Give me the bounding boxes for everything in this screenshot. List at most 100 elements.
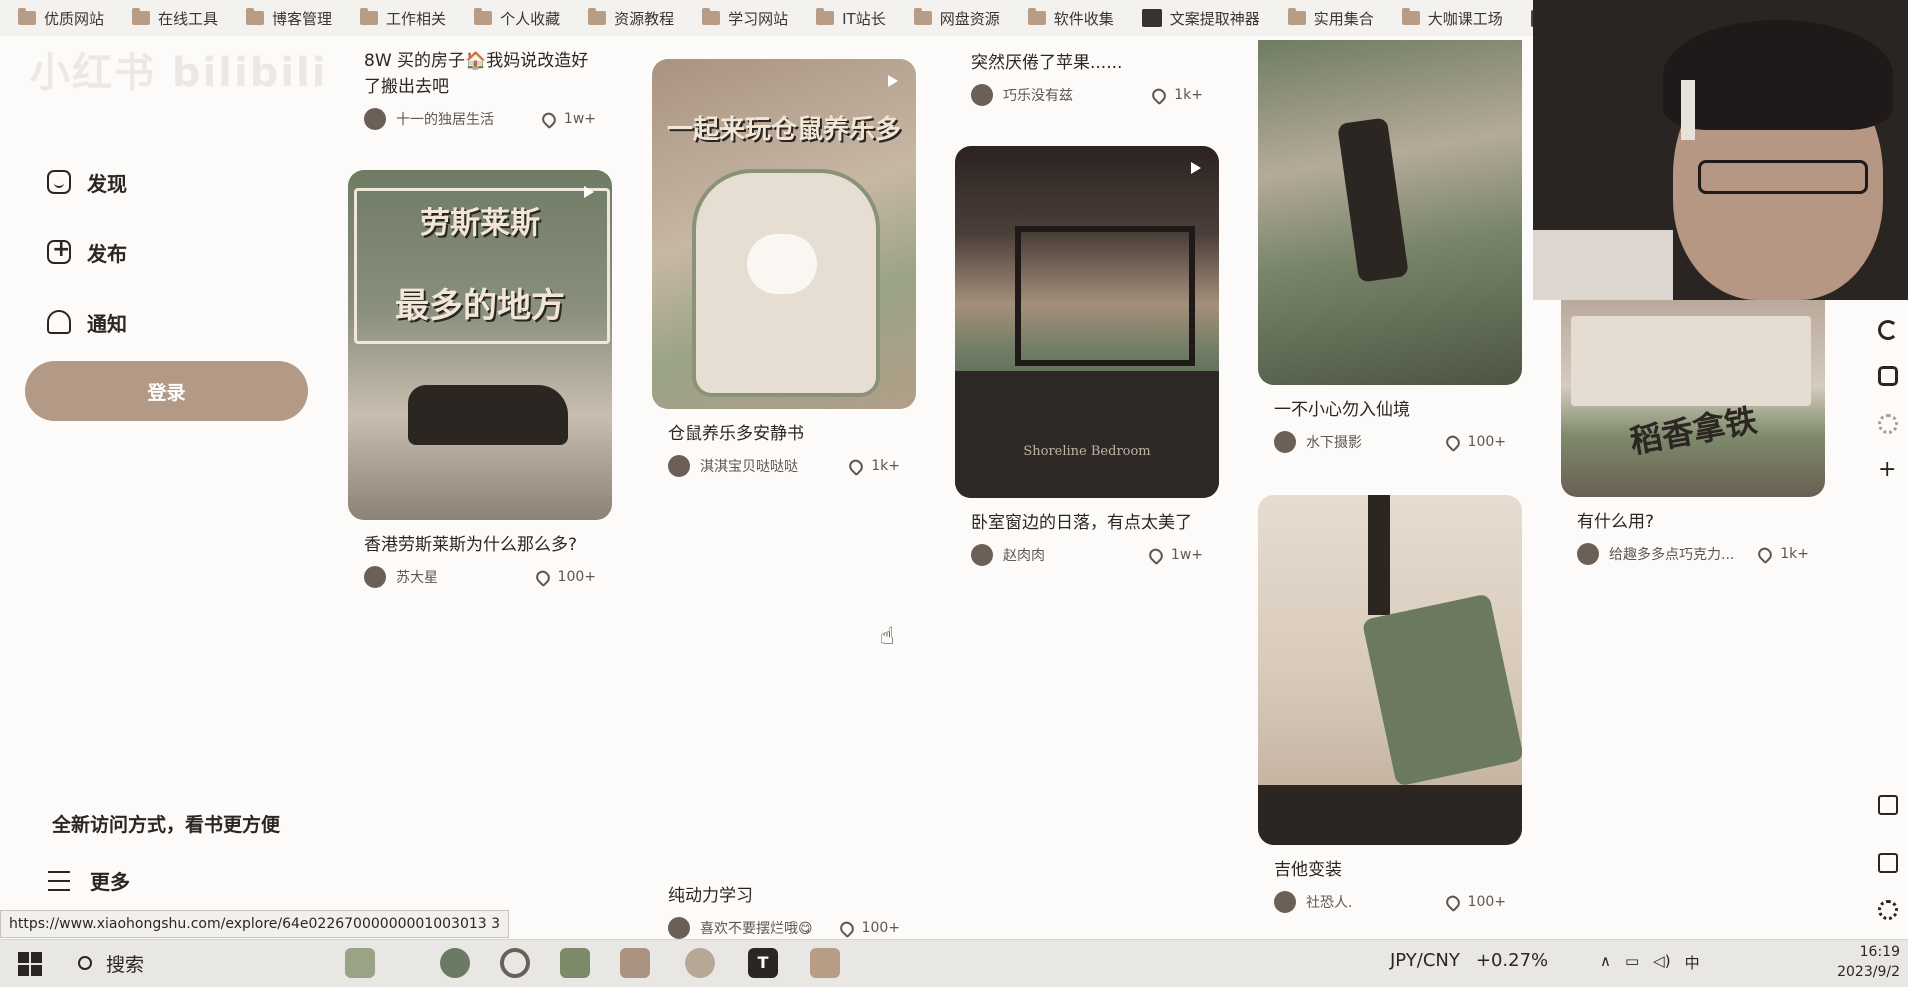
external-link-icon[interactable] — [1878, 853, 1898, 873]
card-author[interactable]: 苏大星 — [396, 567, 536, 587]
nav-publish[interactable]: 发布 — [25, 217, 305, 287]
heart-icon[interactable] — [837, 918, 857, 938]
heart-icon[interactable] — [1755, 544, 1775, 564]
card-title[interactable]: 吉他变装 — [1258, 857, 1522, 883]
feed-card[interactable]: 8W 买的房子🏠我妈说改造好了搬出去吧 十一的独居生活 1w+ — [348, 48, 612, 130]
avatar[interactable] — [1274, 431, 1296, 453]
avatar[interactable] — [364, 108, 386, 130]
card-likes: 100+ — [557, 569, 596, 585]
site-logo[interactable]: 小红书 bilibili — [30, 40, 327, 98]
flower-icon[interactable] — [1878, 414, 1898, 434]
nav-notifications[interactable]: 通知 — [25, 287, 305, 357]
notes-app-icon[interactable] — [560, 948, 590, 978]
feed-card[interactable]: 一不小心勿入仙境 水下摄影 100+ — [1258, 40, 1522, 453]
card-title[interactable]: 有什么用? — [1561, 509, 1825, 535]
card-title[interactable]: 仓鼠养乐多安静书 — [652, 421, 916, 447]
card-author[interactable]: 水下摄影 — [1306, 432, 1446, 452]
bookmark-item[interactable]: 资源教程 — [570, 8, 684, 29]
add-icon[interactable]: + — [1878, 459, 1898, 481]
image-app-icon[interactable] — [620, 948, 650, 978]
bookmark-item[interactable]: 软件收集 — [1010, 8, 1124, 29]
bookmark-item[interactable]: 实用集合 — [1270, 8, 1384, 29]
avatar[interactable] — [668, 917, 690, 939]
gear-icon[interactable] — [1878, 900, 1898, 920]
feed-card[interactable]: 劳斯莱斯 最多的地方 香港劳斯莱斯为什么那么多? 苏大星 100+ — [348, 170, 612, 588]
chrome-icon[interactable] — [500, 948, 530, 978]
app-icon[interactable] — [1878, 366, 1898, 386]
taskbar-app-icon[interactable] — [345, 948, 375, 978]
refresh-icon[interactable] — [1878, 320, 1898, 340]
typora-icon[interactable]: T — [748, 948, 778, 978]
bookmark-item[interactable]: 大咖课工场 — [1384, 8, 1513, 29]
bookmark-item[interactable]: 在线工具 — [114, 8, 228, 29]
feed-card[interactable]: Shoreline Bedroom 卧室窗边的日落，有点太美了 赵肉肉 1w+ — [955, 146, 1219, 566]
card-author[interactable]: 社恐人. — [1306, 892, 1446, 912]
folder-app-icon[interactable] — [810, 948, 840, 978]
browser-app-icon[interactable] — [440, 948, 470, 978]
card-thumbnail[interactable]: 一起来玩仓鼠养乐多 — [652, 59, 916, 409]
feed-card[interactable]: 一起来玩仓鼠养乐多 仓鼠养乐多安静书 淇淇宝贝哒哒哒 1k+ — [652, 59, 916, 477]
bookmark-item[interactable]: 优质网站 — [0, 8, 114, 29]
volume-icon[interactable]: ◁) — [1653, 952, 1670, 973]
heart-icon[interactable] — [533, 567, 553, 587]
heart-icon[interactable] — [846, 456, 866, 476]
network-icon[interactable]: ▭ — [1625, 952, 1639, 973]
system-tray: ∧ ▭ ◁) 中 — [1600, 952, 1700, 973]
card-title[interactable]: 纯动力学习 — [652, 883, 916, 909]
card-title[interactable]: 突然厌倦了苹果...... — [955, 50, 1219, 76]
currency-ticker[interactable]: JPY/CNY +0.27% — [1390, 950, 1548, 971]
bookmark-item[interactable]: 解除 — [1513, 8, 1535, 29]
taskbar-search[interactable]: 搜索 — [60, 944, 440, 982]
feed-card[interactable]: 突然厌倦了苹果...... 巧乐没有兹 1k+ — [955, 50, 1219, 106]
card-author[interactable]: 给趣多多点巧克力... — [1609, 544, 1758, 564]
screenshot-icon[interactable] — [1878, 795, 1898, 815]
avatar[interactable] — [971, 544, 993, 566]
heart-icon[interactable] — [539, 109, 559, 129]
card-thumbnail[interactable]: 劳斯莱斯 最多的地方 — [348, 170, 612, 520]
flower-app-icon[interactable] — [685, 948, 715, 978]
card-author[interactable]: 赵肉肉 — [1003, 545, 1149, 565]
heart-icon[interactable] — [1443, 432, 1463, 452]
bookmark-item[interactable]: 网盘资源 — [896, 8, 1010, 29]
avatar[interactable] — [971, 84, 993, 106]
ime-indicator[interactable]: 中 — [1685, 952, 1700, 973]
bookmark-item[interactable]: 博客管理 — [228, 8, 342, 29]
nav-discover[interactable]: 发现 — [25, 147, 305, 217]
avatar[interactable] — [1577, 543, 1599, 565]
feed-card[interactable]: 稻香拿铁 有什么用? 给趣多多点巧克力... 1k+ — [1561, 296, 1825, 565]
card-title[interactable]: 一不小心勿入仙境 — [1258, 397, 1522, 423]
card-thumbnail[interactable]: 稻香拿铁 — [1561, 296, 1825, 497]
card-author[interactable]: 巧乐没有兹 — [1003, 85, 1152, 105]
ticker-change: +0.27% — [1475, 950, 1549, 971]
chevron-up-icon[interactable]: ∧ — [1600, 952, 1611, 973]
bookmark-item[interactable]: IT站长 — [798, 8, 896, 29]
card-title[interactable]: 香港劳斯莱斯为什么那么多? — [348, 532, 612, 558]
heart-icon[interactable] — [1443, 892, 1463, 912]
avatar[interactable] — [364, 566, 386, 588]
taskbar-clock[interactable]: 16:19 2023/9/2 — [1820, 942, 1900, 982]
bookmark-item[interactable]: 文案提取神器 — [1124, 8, 1270, 29]
windows-start-icon[interactable] — [18, 952, 42, 976]
card-author[interactable]: 十一的独居生活 — [396, 109, 542, 129]
card-title[interactable]: 8W 买的房子🏠我妈说改造好了搬出去吧 — [348, 48, 612, 100]
avatar[interactable] — [1274, 891, 1296, 913]
card-thumbnail[interactable] — [1258, 40, 1522, 385]
card-meta: 淇淇宝贝哒哒哒 1k+ — [652, 455, 916, 477]
heart-icon[interactable] — [1146, 545, 1166, 565]
feed-card[interactable]: 纯动力学习 喜欢不要摆烂哦😋 100+ — [652, 883, 916, 939]
card-author[interactable]: 喜欢不要摆烂哦😋 — [700, 918, 840, 938]
bookmark-item[interactable]: 工作相关 — [342, 8, 456, 29]
login-button[interactable]: 登录 — [25, 361, 308, 421]
avatar[interactable] — [668, 455, 690, 477]
bookmark-item[interactable]: 学习网站 — [684, 8, 798, 29]
card-title[interactable]: 卧室窗边的日落，有点太美了 — [955, 510, 1219, 536]
card-thumbnail[interactable]: Shoreline Bedroom — [955, 146, 1219, 498]
more-menu[interactable]: 更多 — [48, 866, 130, 895]
bookmark-label: 大咖课工场 — [1427, 9, 1503, 28]
heart-icon[interactable] — [1149, 85, 1169, 105]
card-author[interactable]: 淇淇宝贝哒哒哒 — [700, 456, 849, 476]
promo-text[interactable]: 全新访问方式，看书更方便 — [52, 810, 280, 837]
feed-card[interactable]: 吉他变装 社恐人. 100+ — [1258, 495, 1522, 913]
card-thumbnail[interactable] — [1258, 495, 1522, 845]
bookmark-item[interactable]: 个人收藏 — [456, 8, 570, 29]
